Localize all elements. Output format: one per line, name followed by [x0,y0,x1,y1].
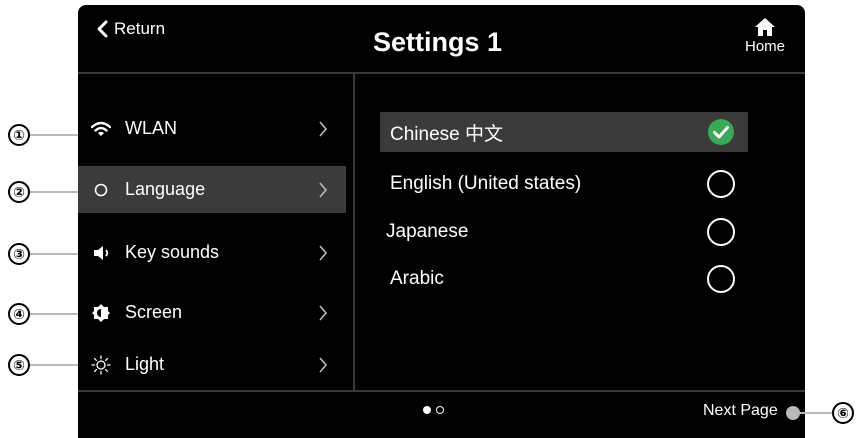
radio-empty-icon [707,218,735,246]
sidebar-item-label: Language [125,179,206,199]
page-dot [436,406,444,414]
next-page-button[interactable]: Next Page [703,402,778,420]
sidebar-item-label: Light [125,354,165,374]
wifi-icon [90,118,112,140]
sidebar-item-light[interactable]: Light [78,341,346,388]
divider-top [78,72,805,74]
radio-empty-icon [707,265,735,293]
sidebar-item-wlan[interactable]: WLAN [78,105,346,152]
return-label: Return [114,19,166,38]
page-indicator [423,406,444,414]
callout-line [796,412,832,414]
sidebar-item-label: Screen [125,302,183,322]
language-option-japanese[interactable]: Japanese [380,212,748,252]
language-option-arabic[interactable]: Arabic [380,259,748,299]
callout-number: ③ [8,243,30,265]
sidebar-item-label: Key sounds [125,242,220,262]
language-label: English (United states) [390,173,582,194]
chevron-right-icon [319,120,328,137]
language-option-chinese[interactable]: Chinese 中文 [380,112,748,152]
chevron-right-icon [319,244,328,261]
callout-number: ⑤ [8,354,30,376]
home-icon [755,18,775,36]
callout-number: ④ [8,303,30,325]
sidebar-item-key-sounds[interactable]: Key sounds [78,229,346,276]
radio-empty-icon [707,170,735,198]
page-title: Settings 1 [373,27,503,57]
chevron-left-icon [97,20,108,38]
chevron-right-icon [319,181,328,198]
chevron-right-icon [319,304,328,321]
divider-vertical [353,74,355,390]
page-dot-active [423,406,431,414]
language-label: Japanese [386,221,469,242]
sidebar-item-label: WLAN [125,118,178,138]
language-label: Arabic [390,268,444,289]
device-screen: Return Settings 1 Home WLAN Language Key… [78,5,805,438]
callout-number: ① [8,124,30,146]
callout-number: ⑥ [832,402,854,424]
return-button[interactable]: Return [96,19,165,39]
circle-icon [90,179,112,201]
language-label: Chinese 中文 [390,123,503,145]
language-option-english[interactable]: English (United states) [380,164,748,204]
callout-6: ⑥ [786,402,856,424]
check-circle-icon [708,119,734,145]
divider-bottom [78,390,805,392]
callout-number: ② [8,181,30,203]
sun-icon [90,354,112,376]
header-bar: Return Settings 1 Home [78,5,805,72]
home-label: Home [744,38,785,55]
brightness-icon [90,302,112,324]
chevron-right-icon [319,356,328,373]
speaker-icon [90,242,112,264]
sidebar-item-screen[interactable]: Screen [78,289,346,336]
sidebar-item-language[interactable]: Language [78,166,346,213]
home-button[interactable]: Home [739,17,791,55]
